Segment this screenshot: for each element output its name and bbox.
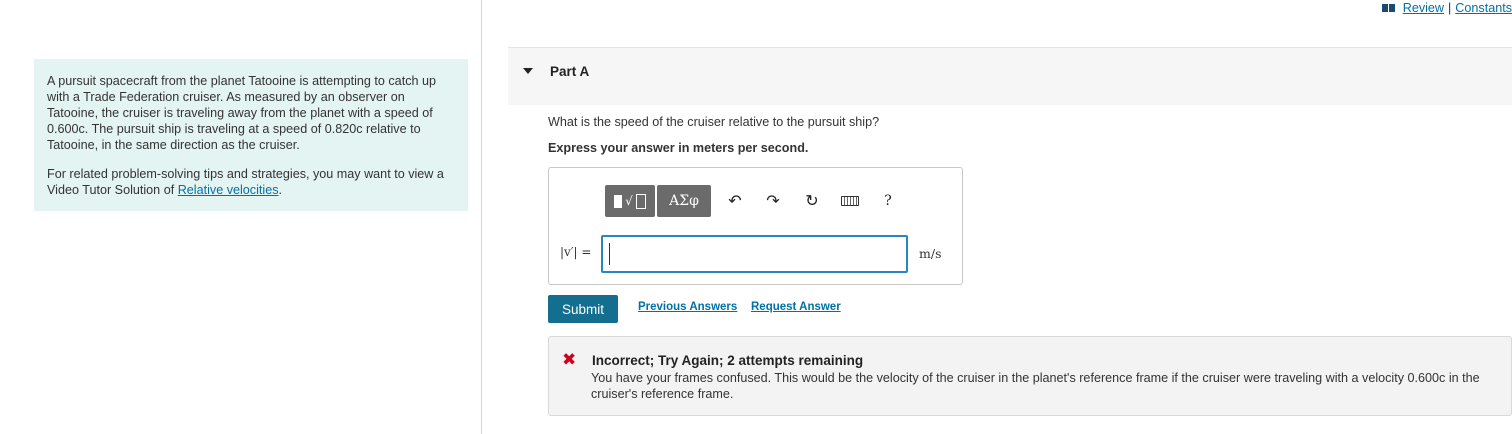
question-text: What is the speed of the cruiser relativ…: [548, 115, 880, 129]
problem-intro-panel: A pursuit spacecraft from the planet Tat…: [34, 59, 468, 211]
undo-icon[interactable]: ↶: [723, 185, 747, 217]
part-title: Part A: [550, 64, 590, 79]
box-icon: [635, 193, 646, 209]
part-header[interactable]: Part A: [508, 47, 1512, 105]
link-separator: |: [1448, 1, 1452, 15]
review-link[interactable]: Review: [1403, 1, 1444, 15]
answer-entry-box: √ ΑΣφ ↶ ↷ ↻ ? |v′| = m/s: [548, 167, 963, 285]
related-tips-suffix: .: [278, 183, 283, 197]
unit-label: m/s: [919, 246, 942, 261]
root-icon: √: [625, 194, 633, 208]
templates-button[interactable]: √: [605, 185, 655, 217]
reset-icon[interactable]: ↻: [800, 185, 824, 217]
keyboard-icon: [841, 196, 859, 206]
answer-instruction: Express your answer in meters per second…: [548, 141, 809, 155]
variable-label: |v′| =: [560, 245, 592, 259]
constants-link[interactable]: Constants: [1455, 1, 1512, 15]
top-links: Review | Constants: [1381, 1, 1512, 15]
previous-answers-link[interactable]: Previous Answers: [638, 301, 737, 313]
symbols-button[interactable]: ΑΣφ: [657, 185, 711, 217]
answer-input[interactable]: [601, 235, 908, 273]
incorrect-icon: ✖: [562, 350, 577, 370]
templates-icon: [614, 194, 623, 208]
intro-paragraph: A pursuit spacecraft from the planet Tat…: [47, 74, 436, 152]
text-cursor: [609, 243, 610, 265]
feedback-message: You have your frames confused. This woul…: [591, 371, 1480, 401]
help-icon[interactable]: ?: [876, 185, 900, 217]
request-answer-link[interactable]: Request Answer: [751, 301, 841, 313]
problem-column: A pursuit spacecraft from the planet Tat…: [0, 0, 482, 434]
redo-icon[interactable]: ↷: [761, 185, 785, 217]
collapse-caret-icon[interactable]: [523, 68, 533, 74]
keyboard-button[interactable]: [838, 185, 862, 217]
feedback-panel: ✖ Incorrect; Try Again; 2 attempts remai…: [548, 336, 1512, 416]
feedback-title: Incorrect; Try Again; 2 attempts remaini…: [592, 353, 864, 368]
submit-button[interactable]: Submit: [548, 295, 618, 323]
relative-velocities-link[interactable]: Relative velocities: [178, 183, 279, 197]
book-icon: [1381, 3, 1396, 13]
related-tips-paragraph: For related problem-solving tips and str…: [47, 166, 452, 198]
